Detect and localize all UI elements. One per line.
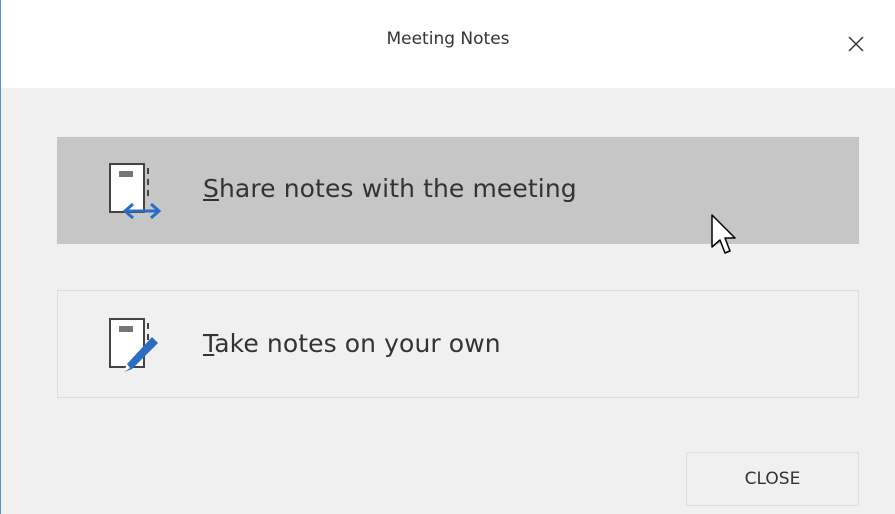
share-notes-option[interactable]: Share notes with the meeting	[57, 137, 859, 244]
share-notes-label: Share notes with the meeting	[203, 174, 577, 203]
notebook-edit-icon	[109, 318, 158, 372]
take-notes-option[interactable]: Take notes on your own	[57, 290, 859, 398]
mouse-pointer-icon	[711, 214, 736, 254]
meeting-notes-dialog: Meeting Notes Share notes with the meeti…	[0, 0, 895, 514]
close-icon[interactable]	[843, 31, 869, 57]
dialog-title: Meeting Notes	[386, 29, 510, 49]
take-notes-label: Take notes on your own	[203, 329, 501, 358]
title-bar: Meeting Notes	[1, 0, 895, 88]
close-button[interactable]: CLOSE	[686, 452, 859, 506]
notebook-share-icon	[109, 163, 162, 220]
